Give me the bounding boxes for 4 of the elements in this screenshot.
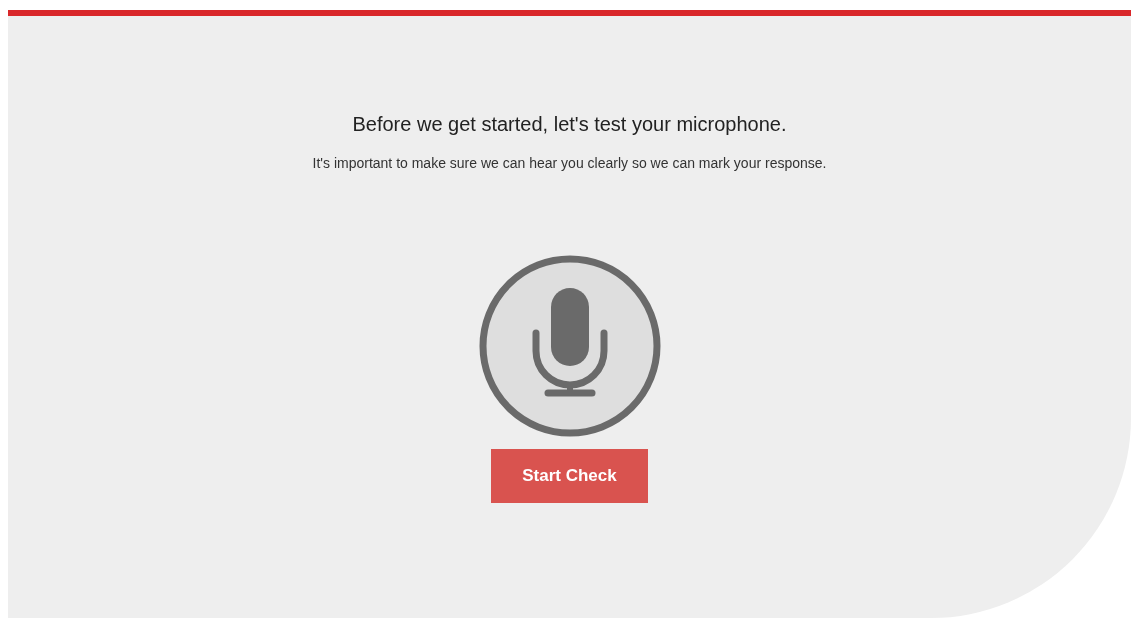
start-check-button[interactable]: Start Check [491, 449, 648, 503]
subtitle: It's important to make sure we can hear you clearly so we can mark your response. [312, 155, 827, 171]
microphone-icon [478, 255, 661, 437]
heading: Before we get started, let's test your microphone. [352, 113, 787, 136]
